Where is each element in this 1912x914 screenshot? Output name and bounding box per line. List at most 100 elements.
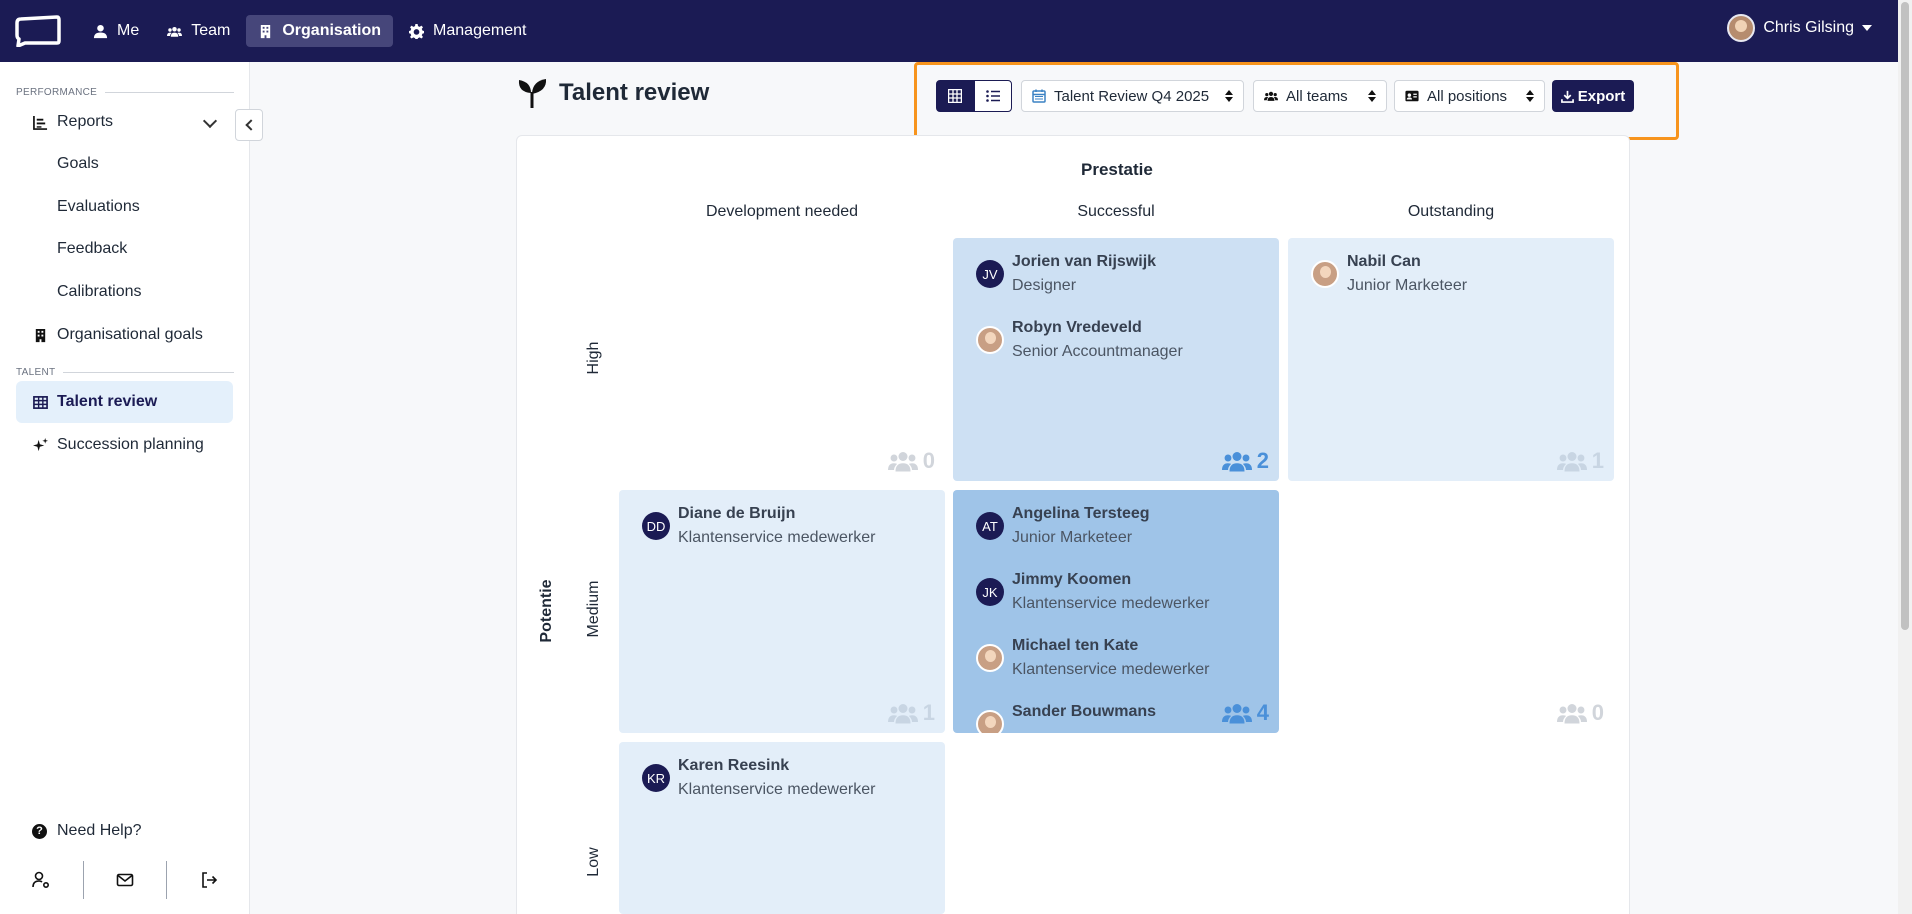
table-icon: [32, 394, 48, 410]
sort-icon: [1225, 90, 1233, 102]
user-gear-icon: [32, 871, 50, 889]
logout-button[interactable]: [167, 861, 250, 899]
sidebar-item-succession-planning[interactable]: Succession planning: [16, 424, 233, 466]
page-title-text: Talent review: [559, 79, 710, 106]
need-help-link[interactable]: ? Need Help?: [32, 822, 142, 840]
nav-me[interactable]: Me: [81, 15, 151, 47]
nav-organisation[interactable]: Organisation: [246, 15, 394, 47]
users-icon: [1221, 704, 1252, 724]
logout-icon: [201, 872, 217, 888]
envelope-icon: [116, 873, 134, 887]
list-view-button[interactable]: [974, 80, 1012, 112]
person-card[interactable]: KR Karen Reesink Klantenservice medewerke…: [642, 752, 875, 799]
users-icon: [887, 704, 918, 724]
scrollbar-thumb[interactable]: [1901, 2, 1909, 630]
cell-count: 1: [1556, 448, 1604, 474]
avatar: DD: [642, 512, 670, 540]
building-icon: [261, 24, 271, 38]
y-axis-title: Potentie: [537, 578, 557, 648]
person-role: Senior Accountmanager: [1012, 343, 1183, 360]
sort-icon: [1368, 90, 1376, 102]
sidebar-item-goals-label: Goals: [57, 155, 99, 172]
positions-value: All positions: [1427, 87, 1508, 105]
cell-count: 2: [1221, 448, 1269, 474]
page-scrollbar[interactable]: [1898, 0, 1912, 914]
teams-select[interactable]: All teams: [1253, 80, 1387, 112]
calendar-icon: [1032, 89, 1046, 103]
sidebar-item-talent-review[interactable]: Talent review: [16, 381, 233, 423]
user-settings-button[interactable]: [0, 861, 83, 899]
grid-cell-high-successful[interactable]: JV Jorien van Rijswijk Designer Robyn Vre…: [953, 238, 1279, 481]
avatar: [976, 644, 1004, 672]
sidebar: PERFORMANCE Reports Goals Evaluations Fe…: [0, 62, 250, 914]
sidebar-item-calibrations[interactable]: Calibrations: [16, 271, 233, 313]
person-name: Karen Reesink: [678, 757, 790, 774]
user-avatar: [1727, 14, 1756, 42]
person-role: Klantenservice medewerker: [1012, 661, 1210, 678]
sidebar-item-goals[interactable]: Goals: [16, 143, 233, 185]
y-axis-title-text: Potentie: [538, 579, 555, 643]
nav-management[interactable]: Management: [397, 15, 538, 47]
row-header-medium-text: Medium: [585, 580, 602, 638]
sidebar-footer: [0, 860, 250, 900]
cell-count-value: 1: [922, 700, 935, 725]
sidebar-item-reports-label: Reports: [57, 113, 114, 130]
export-button[interactable]: Export: [1552, 80, 1634, 112]
user-menu[interactable]: Chris Gilsing: [1727, 14, 1872, 42]
cell-count: 0: [1556, 700, 1604, 726]
cell-count: 0: [887, 448, 935, 474]
person-card[interactable]: AT Angelina Tersteeg Junior Marketeer: [976, 500, 1150, 547]
person-card[interactable]: DD Diane de Bruijn Klantenservice medewer…: [642, 500, 875, 547]
nav-team-label: Team: [191, 22, 231, 39]
review-period-select[interactable]: Talent Review Q4 2025: [1021, 80, 1244, 112]
person-card[interactable]: JV Jorien van Rijswijk Designer: [976, 248, 1156, 295]
grid-cell-high-development[interactable]: 0: [619, 238, 945, 481]
user-icon: [93, 24, 108, 38]
grid-cell-medium-successful[interactable]: AT Angelina Tersteeg Junior Marketeer JK …: [953, 490, 1279, 733]
building-icon: [32, 327, 48, 343]
person-card[interactable]: Michael ten Kate Klantenservice medewerke…: [976, 632, 1209, 679]
grid-cell-medium-development[interactable]: DD Diane de Bruijn Klantenservice medewer…: [619, 490, 945, 733]
person-role: Klantenservice medewerker: [678, 781, 876, 798]
nav-team[interactable]: Team: [155, 15, 242, 47]
avatar: [1311, 260, 1339, 288]
positions-select[interactable]: All positions: [1394, 80, 1545, 112]
person-role: Klantenservice medewerker: [678, 529, 876, 546]
grid-cell-medium-outstanding[interactable]: 0: [1288, 490, 1614, 733]
grid-cell-low-development[interactable]: KR Karen Reesink Klantenservice medewerke…: [619, 742, 945, 914]
collapse-sidebar-button[interactable]: [235, 109, 263, 141]
mail-button[interactable]: [84, 861, 167, 899]
app-logo-icon[interactable]: [15, 15, 61, 47]
person-name: Sander Bouwmans: [1012, 703, 1157, 720]
id-card-icon: [1405, 90, 1419, 102]
avatar: [976, 710, 1004, 733]
page-title: Talent review: [515, 76, 709, 110]
need-help-label: Need Help?: [57, 822, 142, 839]
person-name: Michael ten Kate: [1012, 637, 1139, 654]
person-card[interactable]: Nabil Can Junior Marketeer: [1311, 248, 1467, 295]
grid-cell-high-outstanding[interactable]: Nabil Can Junior Marketeer 1: [1288, 238, 1614, 481]
sidebar-item-feedback[interactable]: Feedback: [16, 228, 233, 270]
sidebar-item-reports[interactable]: Reports: [16, 101, 233, 143]
person-card[interactable]: Robyn Vredeveld Senior Accountmanager: [976, 314, 1183, 361]
person-name: Diane de Bruijn: [678, 505, 796, 522]
person-role: Klantenservice medewerker: [1012, 595, 1210, 612]
avatar: [976, 326, 1004, 354]
person-name: Jorien van Rijswijk: [1012, 253, 1157, 270]
person-card[interactable]: JK Jimmy Koomen Klantenservice medewerker: [976, 566, 1209, 613]
person-name: Jimmy Koomen: [1012, 571, 1132, 588]
sparkles-icon: [32, 437, 48, 453]
avatar: JK: [976, 578, 1004, 606]
section-performance-label: PERFORMANCE: [16, 87, 234, 98]
nav-me-label: Me: [117, 22, 140, 39]
person-card[interactable]: Sander Bouwmans: [976, 698, 1156, 733]
chevron-down-icon[interactable]: [202, 113, 218, 129]
chart-icon: [32, 114, 48, 130]
avatar: KR: [642, 764, 670, 792]
row-header-low-text: Low: [585, 847, 602, 877]
grid-view-button[interactable]: [936, 80, 974, 112]
users-icon: [167, 26, 183, 37]
sidebar-item-evaluations[interactable]: Evaluations: [16, 186, 233, 228]
grid-icon: [948, 89, 962, 103]
sidebar-item-organisational-goals[interactable]: Organisational goals: [16, 314, 233, 356]
